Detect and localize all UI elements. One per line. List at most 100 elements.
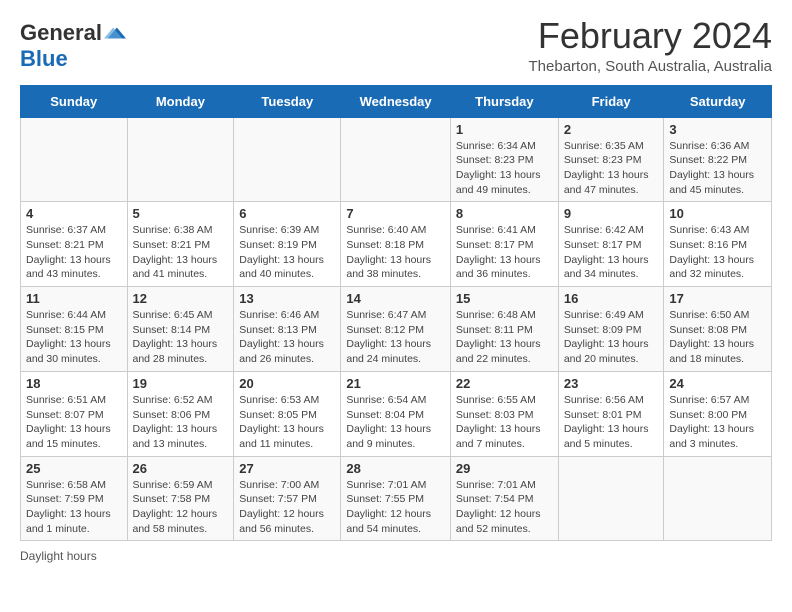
calendar-cell: 15Sunrise: 6:48 AM Sunset: 8:11 PM Dayli… xyxy=(450,287,558,372)
day-number: 1 xyxy=(456,122,553,137)
calendar-cell xyxy=(21,117,128,202)
subtitle: Thebarton, South Australia, Australia xyxy=(529,58,772,75)
calendar-cell: 2Sunrise: 6:35 AM Sunset: 8:23 PM Daylig… xyxy=(558,117,664,202)
day-header-saturday: Saturday xyxy=(664,85,772,117)
calendar-cell: 9 Sunrise: 6:42 AM Sunset: 8:17 PM Daylig… xyxy=(558,202,664,287)
week-row-4: 18 Sunrise: 6:51 AM Sunset: 8:07 PM Dayli… xyxy=(21,371,772,456)
day-number: 10 xyxy=(669,206,766,221)
day-number: 17 xyxy=(669,291,766,306)
day-info: Sunrise: 6:55 AM Sunset: 8:03 PM Dayligh… xyxy=(456,393,553,452)
day-header-monday: Monday xyxy=(127,85,234,117)
calendar-cell xyxy=(341,117,451,202)
day-number: 4 xyxy=(26,206,122,221)
day-number: 18 xyxy=(26,376,122,391)
calendar-cell: 7 Sunrise: 6:40 AM Sunset: 8:18 PM Daylig… xyxy=(341,202,451,287)
day-number: 14 xyxy=(346,291,445,306)
day-info: Sunrise: 6:40 AM Sunset: 8:18 PM Dayligh… xyxy=(346,223,445,282)
calendar-cell: 3Sunrise: 6:36 AM Sunset: 8:22 PM Daylig… xyxy=(664,117,772,202)
calendar-cell: 17 Sunrise: 6:50 AM Sunset: 8:08 PM Dayli… xyxy=(664,287,772,372)
day-info: Sunrise: 6:38 AM Sunset: 8:21 PM Dayligh… xyxy=(133,223,229,282)
calendar-cell: 5 Sunrise: 6:38 AM Sunset: 8:21 PM Daylig… xyxy=(127,202,234,287)
day-number: 13 xyxy=(239,291,335,306)
day-header-friday: Friday xyxy=(558,85,664,117)
title-area: February 2024 Thebarton, South Australia… xyxy=(529,16,772,75)
day-info: Sunrise: 6:59 AM Sunset: 7:58 PM Dayligh… xyxy=(133,478,229,537)
day-number: 6 xyxy=(239,206,335,221)
day-number: 28 xyxy=(346,461,445,476)
day-info: Sunrise: 6:44 AM Sunset: 8:15 PM Dayligh… xyxy=(26,308,122,367)
day-info: Sunrise: 6:39 AM Sunset: 8:19 PM Dayligh… xyxy=(239,223,335,282)
logo: General Blue xyxy=(20,20,126,72)
calendar-cell: 6 Sunrise: 6:39 AM Sunset: 8:19 PM Daylig… xyxy=(234,202,341,287)
day-number: 21 xyxy=(346,376,445,391)
calendar-table: SundayMondayTuesdayWednesdayThursdayFrid… xyxy=(20,85,772,542)
day-info: Sunrise: 6:43 AM Sunset: 8:16 PM Dayligh… xyxy=(669,223,766,282)
day-header-thursday: Thursday xyxy=(450,85,558,117)
day-info: Sunrise: 6:45 AM Sunset: 8:14 PM Dayligh… xyxy=(133,308,229,367)
day-info: Sunrise: 7:01 AM Sunset: 7:54 PM Dayligh… xyxy=(456,478,553,537)
calendar-cell: 8 Sunrise: 6:41 AM Sunset: 8:17 PM Daylig… xyxy=(450,202,558,287)
week-row-5: 25 Sunrise: 6:58 AM Sunset: 7:59 PM Dayli… xyxy=(21,456,772,541)
calendar-cell xyxy=(127,117,234,202)
day-number: 27 xyxy=(239,461,335,476)
day-number: 19 xyxy=(133,376,229,391)
week-row-3: 11 Sunrise: 6:44 AM Sunset: 8:15 PM Dayli… xyxy=(21,287,772,372)
day-number: 12 xyxy=(133,291,229,306)
calendar-cell: 18 Sunrise: 6:51 AM Sunset: 8:07 PM Dayli… xyxy=(21,371,128,456)
day-header-sunday: Sunday xyxy=(21,85,128,117)
day-info: Sunrise: 6:42 AM Sunset: 8:17 PM Dayligh… xyxy=(564,223,659,282)
calendar-cell: 10 Sunrise: 6:43 AM Sunset: 8:16 PM Dayli… xyxy=(664,202,772,287)
calendar-cell: 29Sunrise: 7:01 AM Sunset: 7:54 PM Dayli… xyxy=(450,456,558,541)
day-number: 11 xyxy=(26,291,122,306)
calendar-cell: 14 Sunrise: 6:47 AM Sunset: 8:12 PM Dayli… xyxy=(341,287,451,372)
day-number: 16 xyxy=(564,291,659,306)
day-info: Sunrise: 6:41 AM Sunset: 8:17 PM Dayligh… xyxy=(456,223,553,282)
day-info: Sunrise: 6:54 AM Sunset: 8:04 PM Dayligh… xyxy=(346,393,445,452)
day-info: Sunrise: 6:35 AM Sunset: 8:23 PM Dayligh… xyxy=(564,139,659,198)
logo-icon xyxy=(104,22,126,44)
day-info: Sunrise: 6:46 AM Sunset: 8:13 PM Dayligh… xyxy=(239,308,335,367)
day-header-tuesday: Tuesday xyxy=(234,85,341,117)
day-info: Sunrise: 6:49 AM Sunset: 8:09 PM Dayligh… xyxy=(564,308,659,367)
calendar-cell xyxy=(234,117,341,202)
day-number: 5 xyxy=(133,206,229,221)
calendar-cell: 25 Sunrise: 6:58 AM Sunset: 7:59 PM Dayli… xyxy=(21,456,128,541)
day-info: Sunrise: 7:01 AM Sunset: 7:55 PM Dayligh… xyxy=(346,478,445,537)
day-info: Sunrise: 6:50 AM Sunset: 8:08 PM Dayligh… xyxy=(669,308,766,367)
day-number: 23 xyxy=(564,376,659,391)
week-row-2: 4Sunrise: 6:37 AM Sunset: 8:21 PM Daylig… xyxy=(21,202,772,287)
day-number: 22 xyxy=(456,376,553,391)
header-row: SundayMondayTuesdayWednesdayThursdayFrid… xyxy=(21,85,772,117)
day-info: Sunrise: 6:47 AM Sunset: 8:12 PM Dayligh… xyxy=(346,308,445,367)
day-number: 7 xyxy=(346,206,445,221)
day-info: Sunrise: 6:53 AM Sunset: 8:05 PM Dayligh… xyxy=(239,393,335,452)
calendar-cell: 11 Sunrise: 6:44 AM Sunset: 8:15 PM Dayli… xyxy=(21,287,128,372)
day-info: Sunrise: 6:51 AM Sunset: 8:07 PM Dayligh… xyxy=(26,393,122,452)
logo-blue-text: Blue xyxy=(20,46,68,72)
day-info: Sunrise: 6:56 AM Sunset: 8:01 PM Dayligh… xyxy=(564,393,659,452)
calendar-cell: 4Sunrise: 6:37 AM Sunset: 8:21 PM Daylig… xyxy=(21,202,128,287)
calendar-cell: 1Sunrise: 6:34 AM Sunset: 8:23 PM Daylig… xyxy=(450,117,558,202)
calendar-cell: 20Sunrise: 6:53 AM Sunset: 8:05 PM Dayli… xyxy=(234,371,341,456)
day-number: 8 xyxy=(456,206,553,221)
day-info: Sunrise: 6:58 AM Sunset: 7:59 PM Dayligh… xyxy=(26,478,122,537)
calendar-cell: 28 Sunrise: 7:01 AM Sunset: 7:55 PM Dayli… xyxy=(341,456,451,541)
day-number: 15 xyxy=(456,291,553,306)
main-title: February 2024 xyxy=(529,16,772,56)
day-number: 3 xyxy=(669,122,766,137)
calendar-cell: 27Sunrise: 7:00 AM Sunset: 7:57 PM Dayli… xyxy=(234,456,341,541)
day-number: 9 xyxy=(564,206,659,221)
day-header-wednesday: Wednesday xyxy=(341,85,451,117)
header: General Blue February 2024 Thebarton, So… xyxy=(20,16,772,75)
calendar-cell: 23 Sunrise: 6:56 AM Sunset: 8:01 PM Dayli… xyxy=(558,371,664,456)
calendar-cell xyxy=(664,456,772,541)
calendar-cell: 22 Sunrise: 6:55 AM Sunset: 8:03 PM Dayli… xyxy=(450,371,558,456)
calendar-cell: 12 Sunrise: 6:45 AM Sunset: 8:14 PM Dayli… xyxy=(127,287,234,372)
logo-general-text: General xyxy=(20,20,102,46)
day-number: 25 xyxy=(26,461,122,476)
calendar-cell: 21 Sunrise: 6:54 AM Sunset: 8:04 PM Dayli… xyxy=(341,371,451,456)
day-info: Sunrise: 6:52 AM Sunset: 8:06 PM Dayligh… xyxy=(133,393,229,452)
day-info: Sunrise: 6:57 AM Sunset: 8:00 PM Dayligh… xyxy=(669,393,766,452)
calendar-cell: 13 Sunrise: 6:46 AM Sunset: 8:13 PM Dayli… xyxy=(234,287,341,372)
week-row-1: 1Sunrise: 6:34 AM Sunset: 8:23 PM Daylig… xyxy=(21,117,772,202)
